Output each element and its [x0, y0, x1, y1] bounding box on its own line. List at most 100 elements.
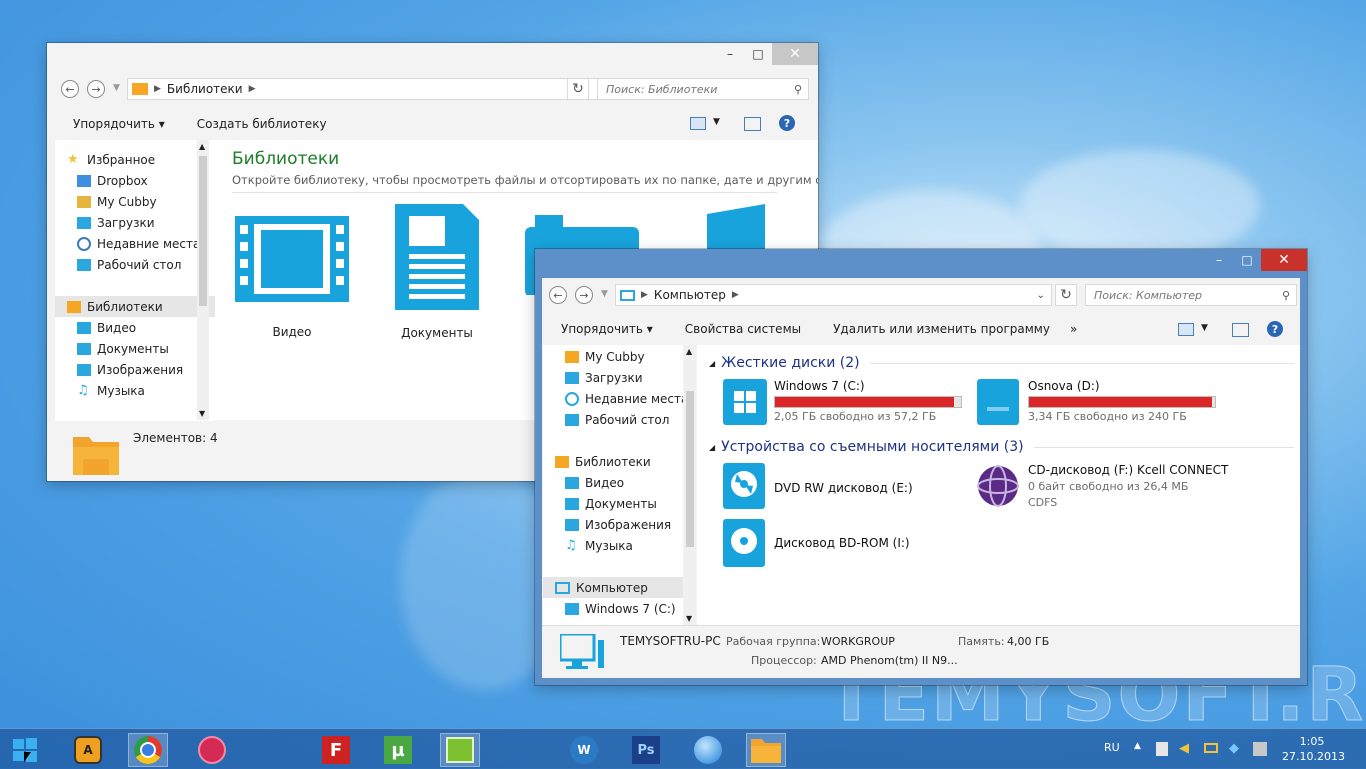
- scroll-down-icon[interactable]: ▼: [686, 614, 692, 623]
- address-bar[interactable]: ▶ Компьютер ▶ ⌄: [615, 284, 1052, 306]
- more-commands-button[interactable]: »: [1070, 322, 1077, 336]
- help-icon[interactable]: ?: [1267, 321, 1283, 337]
- create-library-button[interactable]: Создать библиотеку: [197, 117, 327, 131]
- nav-item[interactable]: Рабочий стол: [543, 409, 683, 430]
- organize-menu[interactable]: Упорядочить ▾: [561, 322, 653, 336]
- nav-item[interactable]: Библиотеки: [55, 296, 215, 317]
- nav-item[interactable]: ♫ Музыка: [55, 380, 215, 401]
- forward-button[interactable]: →: [87, 80, 105, 98]
- scroll-up-icon[interactable]: ▲: [199, 142, 205, 151]
- close-button[interactable]: ✕: [772, 43, 818, 65]
- nav-item[interactable]: Недавние места: [543, 388, 683, 409]
- nav-item[interactable]: Документы: [543, 493, 683, 514]
- drive-name: Osnova (D:): [1028, 379, 1100, 393]
- battery-icon[interactable]: [1204, 743, 1218, 753]
- word-taskbar-icon[interactable]: W: [564, 733, 604, 767]
- nav-item[interactable]: Windows 7 (C:): [543, 598, 683, 619]
- library-documents[interactable]: Документы: [377, 202, 497, 342]
- nav-item[interactable]: Видео: [543, 472, 683, 493]
- scrollbar-thumb[interactable]: [686, 391, 694, 547]
- title-bar[interactable]: [47, 43, 818, 71]
- scrollbar-thumb[interactable]: [199, 156, 207, 306]
- nav-item[interactable]: ★ Избранное: [55, 149, 215, 170]
- collapse-icon[interactable]: ◢: [709, 443, 715, 452]
- group-header-removable[interactable]: ◢ Устройства со съемными носителями (3): [709, 439, 1294, 455]
- nav-item[interactable]: My Cubby: [55, 191, 215, 212]
- minimize-button[interactable]: –: [716, 43, 744, 65]
- nav-item[interactable]: Компьютер: [543, 577, 683, 598]
- language-indicator[interactable]: RU: [1104, 741, 1120, 754]
- search-input[interactable]: Поиск: Библиотеки ⚲: [597, 78, 809, 100]
- nav-item[interactable]: Библиотеки: [543, 451, 683, 472]
- refresh-button[interactable]: ↻: [1055, 284, 1077, 306]
- drive-c[interactable]: Windows 7 (C:) 2,05 ГБ свободно из 57,2 …: [723, 379, 973, 429]
- photoshop-taskbar-icon[interactable]: Ps: [626, 733, 666, 767]
- nav-item[interactable]: My Cubby: [543, 346, 683, 367]
- chevron-down-icon[interactable]: ⌄: [1037, 290, 1045, 301]
- filezilla-taskbar-icon[interactable]: F: [316, 733, 356, 767]
- search-input[interactable]: Поиск: Компьютер ⚲: [1085, 284, 1297, 306]
- image-viewer-taskbar-icon[interactable]: [440, 733, 480, 767]
- minimize-button[interactable]: –: [1205, 249, 1233, 271]
- back-button[interactable]: ←: [61, 80, 79, 98]
- nav-scrollbar[interactable]: ▲ ▼: [684, 345, 696, 625]
- utorrent-taskbar-icon[interactable]: µ: [378, 733, 418, 767]
- forward-button[interactable]: →: [575, 286, 593, 304]
- aimp-taskbar-icon[interactable]: A: [68, 733, 108, 767]
- explorer-taskbar-icon[interactable]: [746, 733, 786, 767]
- folder-icon: [132, 83, 148, 95]
- back-button[interactable]: ←: [549, 286, 567, 304]
- volume-icon[interactable]: ◀: [1179, 741, 1189, 756]
- safely-remove-icon[interactable]: [1156, 742, 1168, 756]
- show-hidden-icons-button[interactable]: ▲: [1134, 741, 1141, 751]
- system-properties-button[interactable]: Свойства системы: [685, 322, 801, 336]
- drive-bd[interactable]: Дисковод BD-ROM (I:): [723, 519, 973, 569]
- breadcrumb[interactable]: Библиотеки: [167, 82, 243, 96]
- nav-item[interactable]: Dropbox: [55, 170, 215, 191]
- clock[interactable]: 1:05 27.10.2013: [1282, 735, 1345, 763]
- close-button[interactable]: ✕: [1261, 249, 1307, 271]
- address-bar[interactable]: ▶ Библиотеки ▶ ⌄: [127, 78, 614, 100]
- library-video[interactable]: Видео: [232, 210, 352, 340]
- view-options-icon[interactable]: [690, 117, 706, 130]
- drive-dvd[interactable]: DVD RW дисковод (E:): [723, 463, 973, 513]
- nav-item[interactable]: Документы: [55, 338, 215, 359]
- recent-locations-icon[interactable]: ▼: [113, 83, 120, 93]
- drive-d[interactable]: Osnova (D:) 3,34 ГБ свободно из 240 ГБ: [977, 379, 1237, 429]
- nav-item[interactable]: Загрузки: [543, 367, 683, 388]
- uninstall-program-button[interactable]: Удалить или изменить программу: [833, 322, 1050, 336]
- view-options-icon[interactable]: [1178, 323, 1194, 336]
- browser-globe-taskbar-icon[interactable]: [688, 733, 728, 767]
- help-icon[interactable]: ?: [779, 115, 795, 131]
- nav-item[interactable]: Изображения: [55, 359, 215, 380]
- network-icon[interactable]: [1253, 742, 1267, 756]
- collapse-icon[interactable]: ◢: [709, 359, 715, 368]
- chevron-down-icon[interactable]: ▼: [1201, 323, 1208, 333]
- chrome-taskbar-icon[interactable]: [128, 733, 168, 767]
- preview-pane-icon[interactable]: [1232, 323, 1249, 337]
- drive-cd[interactable]: CD-дисковод (F:) Kcell CONNECT 0 байт св…: [975, 463, 1275, 513]
- scroll-up-icon[interactable]: ▲: [686, 347, 692, 356]
- recent-locations-icon[interactable]: ▼: [601, 289, 608, 299]
- title-bar[interactable]: [535, 249, 1307, 277]
- maximize-button[interactable]: □: [1233, 249, 1261, 271]
- computer-window[interactable]: – □ ✕ ← → ▼ ▶ Компьютер ▶ ⌄ ↻ Поиск: Ком…: [535, 249, 1307, 685]
- nav-item-label: Библиотеки: [87, 299, 163, 314]
- refresh-button[interactable]: ↻: [567, 78, 589, 100]
- organize-menu[interactable]: Упорядочить ▾: [73, 117, 165, 131]
- chevron-down-icon[interactable]: ▼: [713, 117, 720, 127]
- nav-item[interactable]: Рабочий стол: [55, 254, 215, 275]
- breadcrumb[interactable]: Компьютер: [654, 288, 726, 302]
- nav-item[interactable]: Недавние места: [55, 233, 215, 254]
- nav-item[interactable]: Изображения: [543, 514, 683, 535]
- scroll-down-icon[interactable]: ▼: [199, 409, 205, 418]
- app-taskbar-icon[interactable]: [192, 733, 232, 767]
- nav-scrollbar[interactable]: ▲ ▼: [197, 140, 209, 420]
- nav-item[interactable]: ♫ Музыка: [543, 535, 683, 556]
- maximize-button[interactable]: □: [744, 43, 772, 65]
- nav-item[interactable]: Загрузки: [55, 212, 215, 233]
- nav-item[interactable]: Видео: [55, 317, 215, 338]
- group-header-hdd[interactable]: ◢ Жесткие диски (2): [709, 355, 1294, 371]
- preview-pane-icon[interactable]: [744, 117, 761, 131]
- dropbox-tray-icon[interactable]: ◆: [1229, 741, 1239, 756]
